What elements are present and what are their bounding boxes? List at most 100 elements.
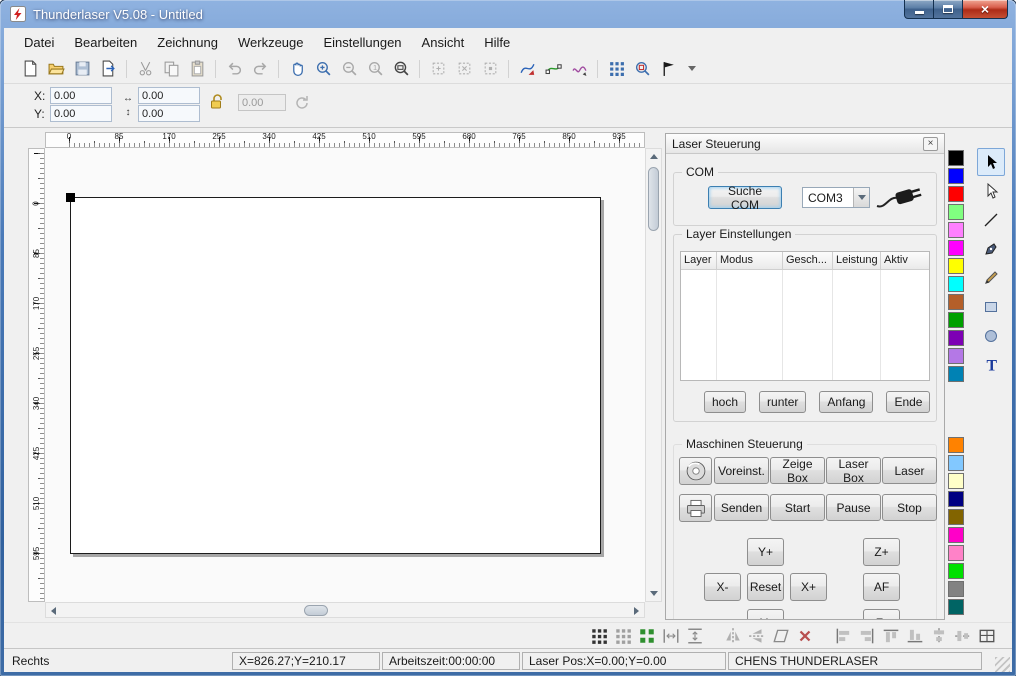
- color-swatch[interactable]: [948, 348, 964, 364]
- zoom-select-icon[interactable]: [630, 57, 654, 81]
- color-swatch[interactable]: [948, 491, 964, 507]
- node-edit-icon[interactable]: [541, 57, 565, 81]
- export-icon[interactable]: [96, 57, 120, 81]
- layer-button[interactable]: runter: [759, 391, 806, 413]
- align-left-icon[interactable]: [832, 625, 854, 647]
- undo-icon[interactable]: [222, 57, 246, 81]
- title-bar[interactable]: Thunderlaser V5.08 - Untitled ×: [0, 0, 1016, 28]
- scroll-down-icon[interactable]: [646, 586, 661, 601]
- menu-item[interactable]: Datei: [14, 32, 64, 53]
- menu-item[interactable]: Werkzeuge: [228, 32, 314, 53]
- color-swatch[interactable]: [948, 330, 964, 346]
- chevron-down-icon[interactable]: [853, 188, 869, 207]
- open-icon[interactable]: [44, 57, 68, 81]
- height-input[interactable]: [138, 105, 200, 122]
- y-input[interactable]: [50, 105, 112, 122]
- vertical-scroll-thumb[interactable]: [648, 167, 659, 231]
- color-swatch[interactable]: [948, 366, 964, 382]
- flag-pen-icon[interactable]: [656, 57, 680, 81]
- layer-table-body[interactable]: [681, 270, 929, 380]
- machine-button[interactable]: Start: [770, 494, 825, 521]
- column-header[interactable]: Gesch...: [783, 252, 833, 269]
- column-header[interactable]: Modus: [717, 252, 783, 269]
- zoom-out-icon[interactable]: [337, 57, 361, 81]
- machine-button[interactable]: Voreinst.: [714, 457, 769, 484]
- new-icon[interactable]: [18, 57, 42, 81]
- horizontal-scrollbar[interactable]: [45, 602, 645, 618]
- layer-button[interactable]: Ende: [886, 391, 930, 413]
- color-swatch[interactable]: [948, 437, 964, 453]
- layer-button[interactable]: Anfang: [819, 391, 873, 413]
- color-swatch[interactable]: [948, 527, 964, 543]
- drawing-page[interactable]: [70, 197, 601, 554]
- column-header[interactable]: Layer: [681, 252, 717, 269]
- jog-y-plus-button[interactable]: Y+: [747, 538, 784, 566]
- machine-button[interactable]: Laser: [882, 457, 937, 484]
- color-swatch[interactable]: [948, 509, 964, 525]
- jog-x-plus-button[interactable]: X+: [790, 573, 827, 601]
- select-tool[interactable]: [977, 148, 1005, 176]
- color-swatch[interactable]: [948, 312, 964, 328]
- curve-edit-icon[interactable]: [515, 57, 539, 81]
- mirror-horizontal-icon[interactable]: [722, 625, 744, 647]
- maximize-button[interactable]: [934, 0, 962, 19]
- jog-af-button[interactable]: AF: [863, 573, 900, 601]
- line-tool[interactable]: [977, 206, 1005, 234]
- align-top-icon[interactable]: [880, 625, 902, 647]
- vertical-scrollbar[interactable]: [645, 148, 662, 602]
- color-swatch[interactable]: [948, 186, 964, 202]
- resize-grip[interactable]: [995, 657, 1010, 672]
- search-com-button[interactable]: Suche COM: [708, 186, 782, 209]
- select-clear-icon[interactable]: [478, 57, 502, 81]
- jog-reset-button[interactable]: Reset: [747, 573, 784, 601]
- origin-handle[interactable]: [66, 193, 75, 202]
- select-region-icon[interactable]: [426, 57, 450, 81]
- machine-button[interactable]: Stop: [882, 494, 937, 521]
- snap-grid-icon[interactable]: [588, 625, 610, 647]
- skew-icon[interactable]: [770, 625, 792, 647]
- layer-button[interactable]: hoch: [704, 391, 746, 413]
- grid-array-icon[interactable]: [604, 57, 628, 81]
- zoom-original-icon[interactable]: 1: [363, 57, 387, 81]
- dot-grid-icon[interactable]: [612, 625, 634, 647]
- menu-item[interactable]: Ansicht: [412, 32, 475, 53]
- download-printer-icon[interactable]: [679, 494, 712, 522]
- pan-icon[interactable]: [285, 57, 309, 81]
- pen-tool[interactable]: [977, 235, 1005, 263]
- zoom-in-icon[interactable]: [311, 57, 335, 81]
- minimize-button[interactable]: [904, 0, 934, 19]
- color-swatch[interactable]: [948, 455, 964, 471]
- select-add-icon[interactable]: [452, 57, 476, 81]
- align-right-icon[interactable]: [856, 625, 878, 647]
- ellipse-tool[interactable]: [977, 322, 1005, 350]
- v-spacing-icon[interactable]: [684, 625, 706, 647]
- scroll-right-icon[interactable]: [629, 603, 644, 618]
- color-swatch[interactable]: [948, 581, 964, 597]
- menu-item[interactable]: Hilfe: [474, 32, 520, 53]
- jog-x-minus-button[interactable]: X-: [704, 573, 741, 601]
- machine-button[interactable]: Zeige Box: [770, 457, 825, 484]
- menu-item[interactable]: Zeichnung: [147, 32, 228, 53]
- color-swatch[interactable]: [948, 294, 964, 310]
- scroll-up-icon[interactable]: [646, 149, 661, 164]
- cut-icon[interactable]: [133, 57, 157, 81]
- pencil-tool[interactable]: [977, 264, 1005, 292]
- panel-title-bar[interactable]: Laser Steuerung ×: [666, 134, 944, 154]
- align-center-h-icon[interactable]: [928, 625, 950, 647]
- color-swatch[interactable]: [948, 473, 964, 489]
- measure-icon[interactable]: [567, 57, 591, 81]
- mirror-vertical-icon[interactable]: [746, 625, 768, 647]
- toolbar-more-icon[interactable]: [688, 66, 696, 71]
- close-button[interactable]: ×: [962, 0, 1008, 19]
- color-swatch[interactable]: [948, 545, 964, 561]
- x-input[interactable]: [50, 87, 112, 104]
- jog-y-minus-button[interactable]: Y-: [747, 609, 784, 620]
- machine-button[interactable]: Senden: [714, 494, 769, 521]
- zoom-fit-icon[interactable]: [389, 57, 413, 81]
- aspect-lock-icon[interactable]: [208, 92, 224, 112]
- color-swatch[interactable]: [948, 563, 964, 579]
- machine-button[interactable]: Pause: [826, 494, 881, 521]
- column-header[interactable]: Aktiv: [881, 252, 929, 269]
- node-edit-tool[interactable]: [977, 177, 1005, 205]
- width-input[interactable]: [138, 87, 200, 104]
